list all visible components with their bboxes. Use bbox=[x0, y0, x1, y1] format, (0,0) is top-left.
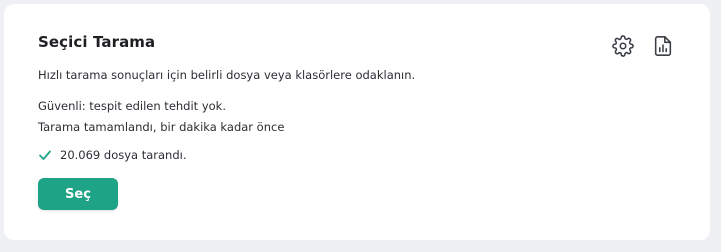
report-button[interactable] bbox=[651, 34, 675, 58]
gear-icon bbox=[612, 35, 634, 57]
select-button[interactable]: Seç bbox=[38, 178, 118, 210]
check-icon bbox=[38, 148, 52, 162]
card-title: Seçici Tarama bbox=[38, 33, 156, 51]
status-completed-text: Tarama tamamlandı, bir dakika kadar önce bbox=[38, 120, 285, 134]
status-safe-text: Güvenli: tespit edilen tehdit yok. bbox=[38, 99, 226, 113]
card-description: Hızlı tarama sonuçları için belirli dosy… bbox=[38, 68, 416, 82]
files-scanned-text: 20.069 dosya tarandı. bbox=[60, 148, 187, 162]
report-icon bbox=[653, 35, 673, 57]
selective-scan-card: Seçici Tarama Hızlı tarama sonuçları içi… bbox=[4, 4, 710, 240]
files-scanned-row: 20.069 dosya tarandı. bbox=[38, 147, 187, 163]
settings-button[interactable] bbox=[611, 34, 635, 58]
